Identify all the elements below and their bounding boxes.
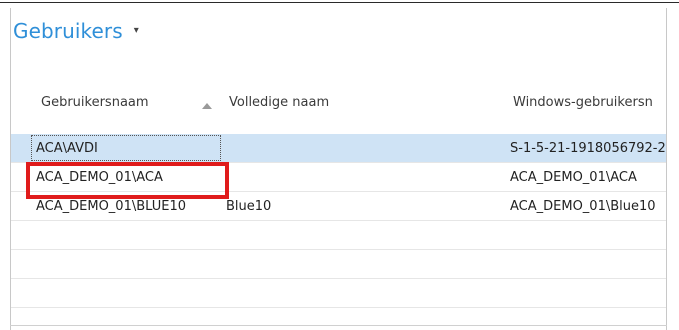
- sort-ascending-icon[interactable]: [202, 103, 212, 109]
- panel-right-border: [666, 8, 667, 330]
- column-header-full-name[interactable]: Volledige naam: [229, 95, 329, 110]
- column-header-windows-username[interactable]: Windows-gebruikersn: [513, 95, 653, 110]
- cell-username[interactable]: ACA_DEMO_01\BLUE10: [36, 199, 221, 214]
- table-row[interactable]: [11, 221, 666, 250]
- page-title: Gebruikers: [13, 19, 123, 43]
- panel-bottom-border: [10, 325, 667, 326]
- chevron-down-icon[interactable]: ▾: [134, 25, 139, 36]
- page-title-dropdown[interactable]: Gebruikers ▾: [13, 19, 139, 43]
- cell-full-name[interactable]: Blue10: [226, 199, 496, 214]
- table-row[interactable]: [11, 250, 666, 279]
- cell-windows-username[interactable]: ACA_DEMO_01\ACA: [510, 170, 666, 185]
- users-table: ACA\AVDI S-1-5-21-1918056792-2 ACA_DEMO_…: [11, 134, 666, 308]
- window-top-border: [0, 2, 679, 3]
- annotation-highlight-box: [26, 162, 229, 199]
- column-header-username[interactable]: Gebruikersnaam: [41, 95, 149, 110]
- cell-windows-username[interactable]: S-1-5-21-1918056792-2: [510, 141, 666, 156]
- cell-username[interactable]: ACA\AVDI: [36, 141, 221, 156]
- table-row[interactable]: ACA\AVDI S-1-5-21-1918056792-2: [11, 134, 666, 163]
- table-row[interactable]: [11, 279, 666, 308]
- cell-windows-username[interactable]: ACA_DEMO_01\Blue10: [510, 199, 666, 214]
